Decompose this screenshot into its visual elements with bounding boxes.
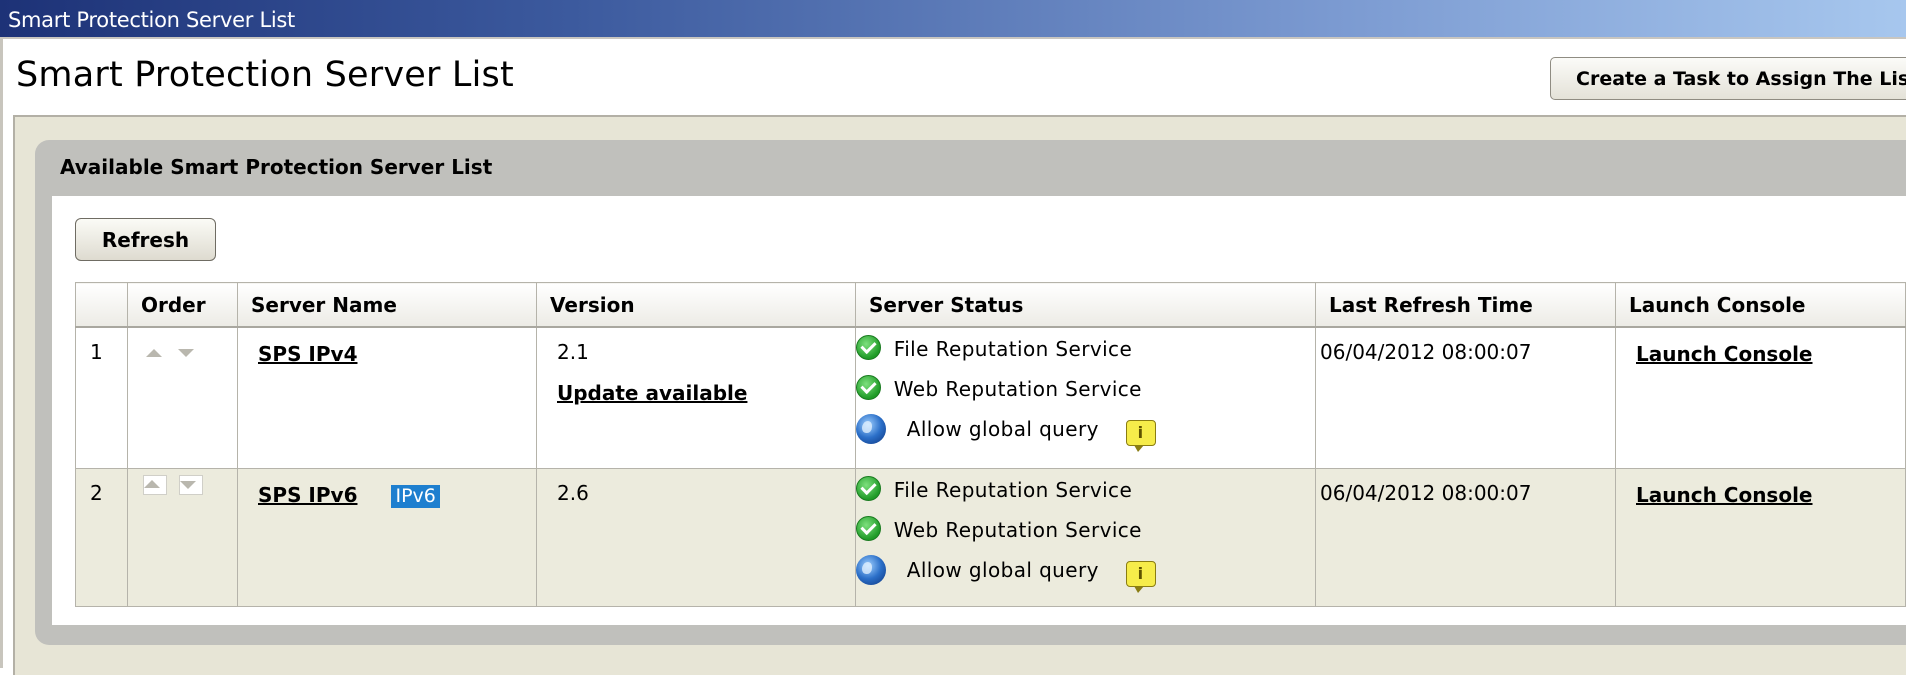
launch-console-link[interactable]: Launch Console: [1636, 483, 1813, 507]
status-file-reputation: File Reputation Service: [893, 478, 1133, 502]
launch-console-link[interactable]: Launch Console: [1636, 342, 1813, 366]
info-icon[interactable]: i: [1125, 420, 1156, 452]
move-up-icon[interactable]: [143, 475, 167, 495]
server-table: Order Server Name Version Server Status …: [75, 282, 1906, 607]
table-header-row: Order Server Name Version Server Status …: [75, 282, 1906, 328]
move-down-icon[interactable]: [178, 349, 195, 357]
globe-icon: [856, 555, 886, 585]
update-available-link[interactable]: Update available: [557, 381, 747, 405]
status-ok-icon: [856, 516, 881, 541]
column-header-index: [75, 282, 128, 328]
row-index: 1: [90, 340, 103, 364]
ipv6-badge: IPv6: [391, 485, 440, 508]
panel-title: Available Smart Protection Server List: [60, 155, 493, 179]
status-web-reputation: Web Reputation Service: [893, 377, 1142, 401]
globe-icon: [856, 414, 886, 444]
version-value: 2.1: [557, 340, 589, 364]
info-icon[interactable]: i: [1125, 561, 1156, 593]
column-header-server-status[interactable]: Server Status: [855, 282, 1316, 328]
status-ok-icon: [856, 375, 881, 400]
status-global-query: Allow global query: [906, 417, 1099, 441]
move-down-icon[interactable]: [179, 475, 203, 495]
window-title: Smart Protection Server List: [8, 8, 295, 32]
table-row: 2 SPS IPv6 IPv6 2.6 File Reputation Serv…: [75, 468, 1906, 607]
window-titlebar: Smart Protection Server List: [0, 0, 1906, 39]
column-header-server-name[interactable]: Server Name: [237, 282, 537, 328]
table-row: 1 SPS IPv4 2.1 Update available File Rep…: [75, 326, 1906, 469]
column-header-order[interactable]: Order: [127, 282, 238, 328]
last-refresh-time: 06/04/2012 08:00:07: [1320, 340, 1532, 364]
status-ok-icon: [856, 476, 881, 501]
status-web-reputation: Web Reputation Service: [893, 518, 1142, 542]
server-name-link[interactable]: SPS IPv6: [258, 483, 357, 507]
column-header-launch-console[interactable]: Launch Console: [1615, 282, 1906, 328]
page-title: Smart Protection Server List: [16, 55, 514, 95]
column-header-version[interactable]: Version: [536, 282, 856, 328]
refresh-button[interactable]: Refresh: [75, 218, 216, 261]
version-value: 2.6: [557, 481, 589, 505]
move-up-icon[interactable]: [146, 349, 162, 357]
status-file-reputation: File Reputation Service: [893, 337, 1133, 361]
last-refresh-time: 06/04/2012 08:00:07: [1320, 481, 1532, 505]
column-header-last-refresh[interactable]: Last Refresh Time: [1315, 282, 1616, 328]
status-ok-icon: [856, 335, 881, 360]
status-global-query: Allow global query: [906, 558, 1099, 582]
server-name-link[interactable]: SPS IPv4: [258, 342, 357, 366]
create-task-button[interactable]: Create a Task to Assign The List: [1550, 57, 1906, 100]
row-index: 2: [90, 481, 103, 505]
